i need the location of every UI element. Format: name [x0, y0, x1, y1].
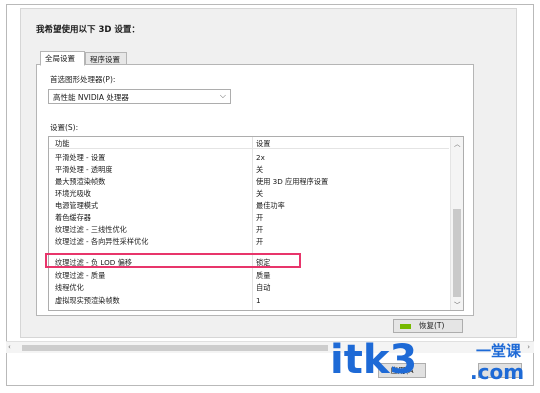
- processor-select-value: 高性能 NVIDIA 处理器: [53, 93, 129, 102]
- row-value: 质量: [256, 271, 271, 280]
- watermark-main: itk3: [330, 337, 418, 383]
- table-row[interactable]: 线程优化 自动: [49, 282, 449, 293]
- table-row[interactable]: 环境光吸收 关: [49, 188, 449, 199]
- row-value: 自动: [256, 283, 271, 292]
- row-feature: 线程优化: [55, 283, 84, 292]
- processor-select[interactable]: 高性能 NVIDIA 处理器 ⌵: [48, 89, 231, 104]
- header-setting: 设置: [256, 139, 271, 148]
- row-value: 2x: [256, 153, 265, 162]
- restore-button-label: 恢复(T): [419, 321, 445, 330]
- table-row[interactable]: 纹理过滤 - 各向异性采样优化 开: [49, 236, 449, 247]
- table-row[interactable]: 最大预渲染帧数 使用 3D 应用程序设置: [49, 176, 449, 187]
- row-feature: 电源管理模式: [55, 201, 99, 210]
- table-row[interactable]: 平滑处理 - 透明度 关: [49, 164, 449, 175]
- row-value: 关: [256, 165, 264, 174]
- row-feature: 着色缓存器: [55, 213, 91, 222]
- table-row[interactable]: 纹理过滤 - 质量 质量: [49, 270, 449, 281]
- watermark-sub: 一堂课: [476, 342, 522, 360]
- table-row[interactable]: 电源管理模式 最佳功率: [49, 200, 449, 211]
- row-feature: 最大预渲染帧数: [55, 177, 106, 186]
- vertical-scroll-thumb[interactable]: [453, 209, 461, 297]
- table-row[interactable]: 纹理过滤 - 三线性优化 开: [49, 224, 449, 235]
- row-feature: 平滑处理 - 设置: [55, 153, 106, 162]
- row-value: 开: [256, 237, 264, 246]
- processor-label: 首选图形处理器(P):: [50, 75, 116, 84]
- table-row[interactable]: 平滑处理 - 设置 2x: [49, 152, 449, 163]
- page-heading: 我希望使用以下 3D 设置：: [36, 25, 140, 35]
- vertical-scrollbar[interactable]: ︿ ﹀: [450, 137, 463, 310]
- watermark-domain: .com: [470, 360, 525, 384]
- row-value: 使用 3D 应用程序设置: [256, 177, 329, 186]
- scroll-up-icon[interactable]: ︿: [454, 138, 461, 148]
- table-row[interactable]: 虚拟现实预渲染帧数 1: [49, 295, 449, 306]
- row-feature: 纹理过滤 - 质量: [55, 271, 106, 280]
- restore-button[interactable]: 恢复(T): [393, 319, 463, 333]
- settings-grid[interactable]: 功能 设置 平滑处理 - 设置 2x 平滑处理 - 透明度 关 最大预渲染帧数 …: [48, 136, 464, 311]
- row-feature: 纹理过滤 - 三线性优化: [55, 225, 127, 234]
- table-row[interactable]: 着色缓存器 开: [49, 212, 449, 223]
- row-value: 最佳功率: [256, 201, 285, 210]
- header-feature: 功能: [55, 139, 70, 148]
- highlight-box: [45, 253, 301, 268]
- horizontal-scroll-thumb[interactable]: [22, 345, 328, 351]
- watermark-logo: itk3 一堂课 .com: [330, 338, 530, 390]
- settings-label: 设置(S):: [50, 123, 79, 132]
- nvidia-logo-icon: [400, 324, 411, 329]
- row-feature: 环境光吸收: [55, 189, 91, 198]
- tab-global-settings[interactable]: 全局设置: [40, 51, 85, 66]
- chevron-down-icon: ⌵: [219, 91, 226, 100]
- row-feature: 纹理过滤 - 各向异性采样优化: [55, 237, 149, 246]
- scroll-down-icon[interactable]: ﹀: [454, 299, 461, 309]
- row-value: 开: [256, 213, 264, 222]
- grid-header: 功能 设置: [49, 138, 449, 149]
- row-feature: 平滑处理 - 透明度: [55, 165, 113, 174]
- row-value: 开: [256, 225, 264, 234]
- row-value: 关: [256, 189, 264, 198]
- scroll-left-icon[interactable]: ‹: [8, 343, 11, 351]
- row-feature: 虚拟现实预渲染帧数: [55, 296, 120, 305]
- row-value: 1: [256, 296, 261, 305]
